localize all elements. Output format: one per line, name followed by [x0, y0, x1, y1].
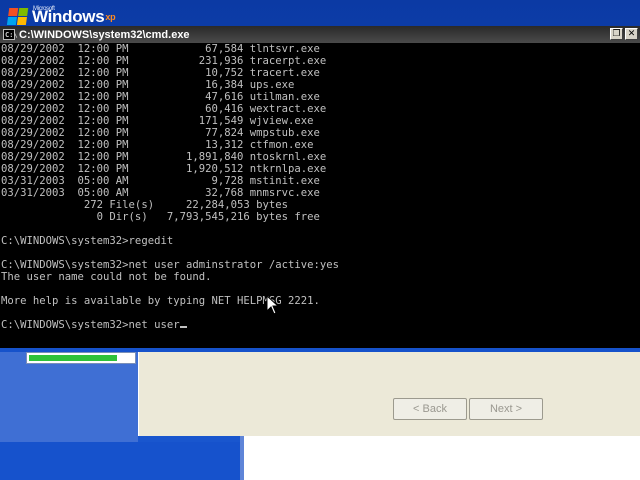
window-controls: ❐ ✕ [610, 28, 638, 40]
cmd-line: 03/31/2003 05:00 AM 9,728 mstinit.exe [1, 175, 320, 187]
cmd-line: 08/29/2002 12:00 PM 13,312 ctfmon.exe [1, 139, 314, 151]
next-button[interactable]: Next > [469, 398, 543, 420]
setup-footer-right [244, 436, 640, 480]
cmd-line: 0 Dir(s) 7,793,545,216 bytes free [1, 211, 320, 223]
cmd-line: C:\WINDOWS\system32>net user [1, 319, 640, 331]
cmd-output[interactable]: 08/29/2002 12:00 PM 67,584 tlntsvr.exe 08… [0, 43, 640, 348]
cmd-line [1, 247, 640, 259]
mouse-pointer-icon [266, 295, 280, 315]
setup-footer-left [0, 442, 240, 480]
windows-xp-logo: Microsoft Windowsxp [6, 4, 116, 26]
setup-wizard-panel: < Back Next > [138, 352, 640, 436]
cmd-titlebar[interactable]: C:\ C:\WINDOWS\system32\cmd.exe ❐ ✕ [0, 26, 640, 43]
setup-progress-bar [26, 352, 136, 364]
cmd-line [1, 307, 640, 319]
restore-icon[interactable]: ❐ [610, 28, 623, 40]
cmd-line: 08/29/2002 12:00 PM 60,416 wextract.exe [1, 103, 327, 115]
cmd-line: 08/29/2002 12:00 PM 67,584 tlntsvr.exe [1, 43, 320, 55]
cmd-line: 08/29/2002 12:00 PM 10,752 tracert.exe [1, 67, 320, 79]
cmd-line: 08/29/2002 12:00 PM 77,824 wmpstub.exe [1, 127, 320, 139]
setup-wizard-sidebar [0, 352, 138, 442]
cmd-line: C:\WINDOWS\system32>net user adminstrato… [1, 259, 340, 271]
cmd-line [1, 223, 640, 235]
logo-microsoft-text: Microsoft [33, 6, 55, 12]
cmd-line: The user name could not be found. [1, 271, 212, 283]
cmd-line: More help is available by typing NET HEL… [1, 295, 320, 307]
cmd-line: 08/29/2002 12:00 PM 16,384 ups.exe [1, 79, 295, 91]
windows-flag-icon [6, 8, 30, 26]
cmd-line: 03/31/2003 05:00 AM 32,768 mnmsrvc.exe [1, 187, 320, 199]
cmd-line: 08/29/2002 12:00 PM 231,936 tracerpt.exe [1, 55, 327, 67]
setup-progress-fill [29, 355, 117, 361]
cmd-line: 08/29/2002 12:00 PM 1,891,840 ntoskrnl.e… [1, 151, 327, 163]
cmd-line: 272 File(s) 22,284,053 bytes [1, 199, 289, 211]
cmd-window[interactable]: C:\ C:\WINDOWS\system32\cmd.exe ❐ ✕ 08/2… [0, 26, 640, 348]
cmd-line [1, 283, 640, 295]
cmd-line: 08/29/2002 12:00 PM 47,616 utilman.exe [1, 91, 320, 103]
cmd-window-icon[interactable]: C:\ [3, 29, 18, 40]
cmd-window-title: C:\WINDOWS\system32\cmd.exe [19, 28, 190, 41]
cmd-line: 08/29/2002 12:00 PM 1,920,512 ntkrnlpa.e… [1, 163, 327, 175]
cmd-line: 08/29/2002 12:00 PM 171,549 wjview.exe [1, 115, 314, 127]
back-button[interactable]: < Back [393, 398, 467, 420]
cmd-line: C:\WINDOWS\system32>regedit [1, 235, 174, 247]
logo-edition-text: xp [105, 12, 116, 22]
close-icon[interactable]: ✕ [625, 28, 638, 40]
text-cursor [179, 326, 187, 328]
